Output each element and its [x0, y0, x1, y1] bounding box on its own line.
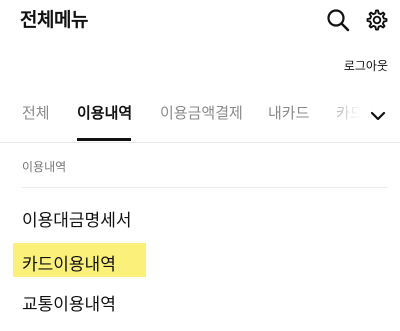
active-tab-indicator	[77, 138, 131, 141]
chevron-down-icon[interactable]	[366, 104, 390, 128]
menu-item-transit-usage[interactable]: 교통이용내역	[22, 290, 116, 315]
tab-fade-overlay	[320, 96, 368, 142]
tab-my-cards[interactable]: 내카드	[268, 102, 309, 123]
top-bar: 전체메뉴	[0, 0, 400, 40]
tab-usage-history[interactable]: 이용내역	[77, 102, 132, 123]
tab-payment[interactable]: 이용금액결제	[160, 102, 243, 123]
menu-item-card-usage[interactable]: 카드이용내역	[22, 250, 116, 275]
gear-icon[interactable]	[363, 7, 389, 33]
tab-bar-divider	[0, 142, 400, 143]
section-heading: 이용내역	[22, 160, 67, 174]
page-title: 전체메뉴	[20, 9, 88, 31]
logout-button[interactable]: 로그아웃	[344, 57, 388, 74]
tab-all[interactable]: 전체	[22, 102, 50, 123]
tab-bar: 전체 이용내역 이용금액결제 내카드 카드	[0, 96, 400, 142]
search-icon[interactable]	[325, 7, 351, 33]
menu-item-statement[interactable]: 이용대금명세서	[22, 206, 131, 231]
section-divider	[22, 187, 388, 188]
